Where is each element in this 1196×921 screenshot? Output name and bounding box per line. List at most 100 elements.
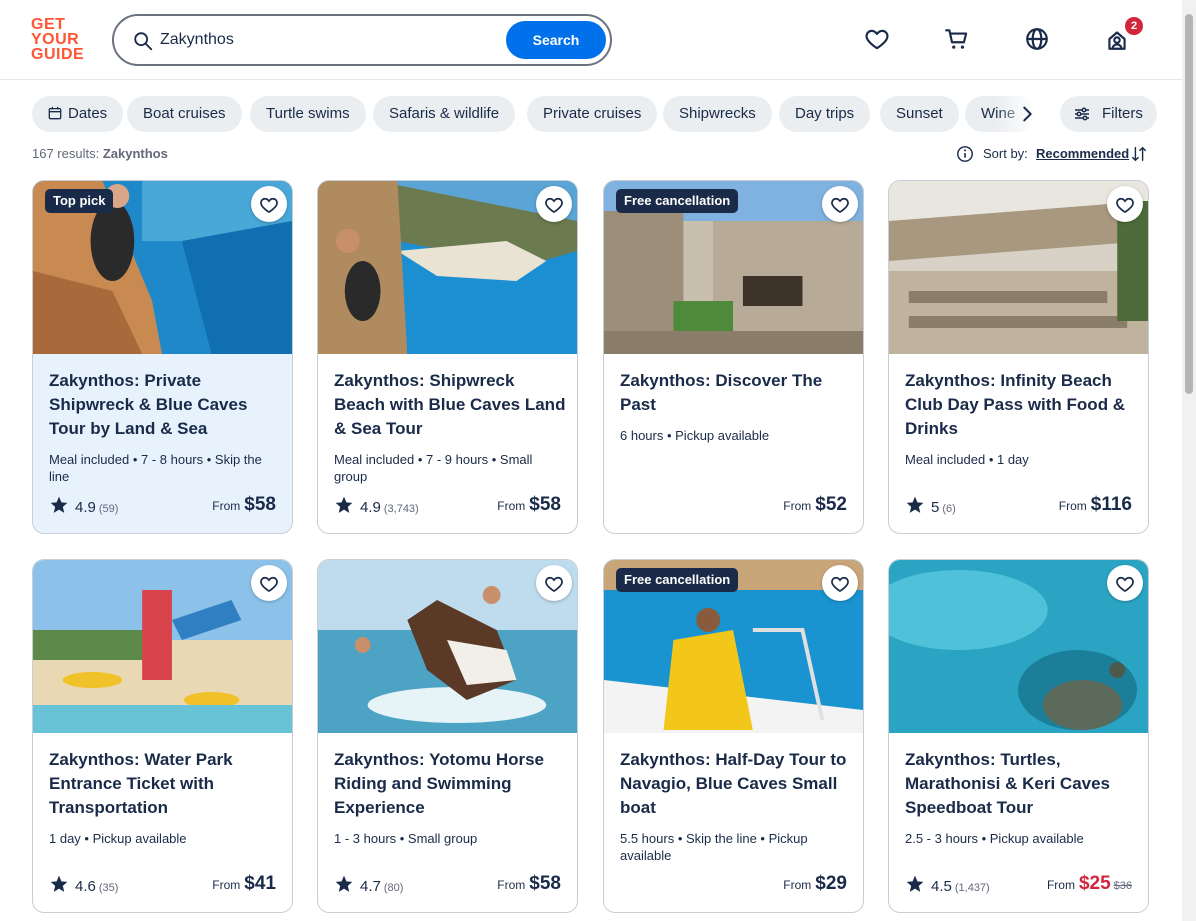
activity-rating: 4.7 (80) xyxy=(334,874,404,895)
star-icon xyxy=(335,496,353,513)
chip-day-trips[interactable]: Day trips xyxy=(779,96,871,132)
price-from-label: From xyxy=(783,878,812,892)
activity-card[interactable]: Free cancellation Zakynthos: Half-Day To… xyxy=(603,559,864,913)
activity-meta: 2.5 - 3 hours • Pickup available xyxy=(905,831,1084,846)
calendar-icon xyxy=(48,106,62,120)
activity-rating: 4.6 (35) xyxy=(49,874,118,895)
logo-line-2: YOUR xyxy=(31,31,80,48)
activity-card[interactable]: Zakynthos: Turtles, Marathonisi & Keri C… xyxy=(888,559,1149,913)
activity-title[interactable]: Zakynthos: Shipwreck Beach with Blue Cav… xyxy=(334,369,566,441)
star-icon xyxy=(906,875,924,892)
star-icon xyxy=(906,496,924,513)
review-count: (3,743) xyxy=(383,503,419,515)
wishlist-button[interactable] xyxy=(1107,186,1143,222)
search-input[interactable]: Zakynthos xyxy=(160,31,234,49)
cart-icon[interactable] xyxy=(944,26,970,52)
search-bar[interactable]: Zakynthos Search xyxy=(112,14,612,66)
price-from-label: From xyxy=(497,499,526,513)
chip-sunset[interactable]: Sunset xyxy=(880,96,959,132)
activity-meta: 1 - 3 hours • Small group xyxy=(334,831,478,846)
free-cancellation-badge: Free cancellation xyxy=(616,568,739,592)
activity-title[interactable]: Zakynthos: Private Shipwreck & Blue Cave… xyxy=(49,369,281,441)
activity-title[interactable]: Zakynthos: Discover The Past xyxy=(620,369,852,417)
activity-card[interactable]: Zakynthos: Shipwreck Beach with Blue Cav… xyxy=(317,180,578,534)
activity-title[interactable]: Zakynthos: Turtles, Marathonisi & Keri C… xyxy=(905,748,1137,820)
activity-title[interactable]: Zakynthos: Half-Day Tour to Navagio, Blu… xyxy=(620,748,852,820)
chip-shipwrecks[interactable]: Shipwrecks xyxy=(663,96,772,132)
price-from-label: From xyxy=(1046,878,1075,892)
activity-price: From $52 xyxy=(783,494,847,516)
rating-value: 5 xyxy=(931,499,940,516)
info-icon[interactable] xyxy=(956,145,974,163)
heart-icon xyxy=(260,576,278,593)
price-from-label: From xyxy=(212,878,241,892)
chip-private-cruises[interactable]: Private cruises xyxy=(527,96,658,132)
activity-meta: 1 day • Pickup available xyxy=(49,831,187,846)
heart-icon[interactable] xyxy=(864,26,890,52)
price-amount: $58 xyxy=(529,494,561,515)
wishlist-button[interactable] xyxy=(251,186,287,222)
chip-boat-cruises[interactable]: Boat cruises xyxy=(127,96,242,132)
chip-turtle-swims[interactable]: Turtle swims xyxy=(250,96,366,132)
chevron-right-icon[interactable] xyxy=(1016,103,1038,125)
price-amount: $58 xyxy=(244,494,276,515)
activity-price: From $58 xyxy=(212,494,276,516)
activity-card[interactable]: Free cancellation Zakynthos: Discover Th… xyxy=(603,180,864,534)
review-count: (6) xyxy=(942,503,956,515)
price-from-label: From xyxy=(497,878,526,892)
filters-label: Filters xyxy=(1102,105,1143,122)
chip-label: Dates xyxy=(68,105,108,122)
activity-card[interactable]: Zakynthos: Infinity Beach Club Day Pass … xyxy=(888,180,1149,534)
search-button[interactable]: Search xyxy=(506,21,606,59)
activity-title[interactable]: Zakynthos: Water Park Entrance Ticket wi… xyxy=(49,748,281,820)
results-query: Zakynthos xyxy=(102,146,168,161)
rating-value: 4.9 xyxy=(360,499,381,516)
category-chips: Dates Boat cruises Turtle swims Safaris … xyxy=(32,96,1157,132)
notification-badge: 2 xyxy=(1125,17,1143,35)
star-icon xyxy=(50,875,68,892)
activity-price: From $58 xyxy=(497,873,561,895)
site-header: GET YOUR GUIDE Zakynthos Search 2 xyxy=(0,0,1182,80)
sort-arrows-icon[interactable] xyxy=(1130,145,1148,163)
wishlist-button[interactable] xyxy=(822,565,858,601)
price-amount: $52 xyxy=(815,494,847,515)
heart-icon xyxy=(1116,576,1134,593)
price-amount: $41 xyxy=(244,873,276,894)
globe-icon[interactable] xyxy=(1024,26,1050,52)
activity-card[interactable]: Zakynthos: Yotomu Horse Riding and Swimm… xyxy=(317,559,578,913)
review-count: (80) xyxy=(383,882,404,894)
heart-icon xyxy=(545,197,563,214)
activity-card[interactable]: Top pick Zakynthos: Private Shipwreck & … xyxy=(32,180,293,534)
logo-line-3: GUIDE xyxy=(31,46,85,63)
getyourguide-logo[interactable]: GET YOUR GUIDE xyxy=(31,17,91,63)
results-count: 167 results: Zakynthos xyxy=(32,146,168,161)
rating-value: 4.6 xyxy=(75,878,96,895)
filters-button[interactable]: Filters xyxy=(1060,96,1157,132)
heart-icon xyxy=(545,576,563,593)
activity-meta: Meal included • 1 day xyxy=(905,452,1029,467)
activity-title[interactable]: Zakynthos: Yotomu Horse Riding and Swimm… xyxy=(334,748,566,820)
sort-value[interactable]: Recommended xyxy=(1036,146,1129,161)
activity-price: From $41 xyxy=(212,873,276,895)
activity-price: From $58 xyxy=(497,494,561,516)
activity-card[interactable]: Zakynthos: Water Park Entrance Ticket wi… xyxy=(32,559,293,913)
chip-safaris-wildlife[interactable]: Safaris & wildlife xyxy=(373,96,516,132)
heart-icon xyxy=(260,197,278,214)
activity-meta: Meal included • 7 - 8 hours • Skip the l… xyxy=(49,452,262,484)
page-scrollbar[interactable] xyxy=(1182,0,1196,921)
review-count: (59) xyxy=(98,503,119,515)
sale-price-amount: $25 xyxy=(1078,873,1111,894)
star-icon xyxy=(50,496,68,513)
activity-price: From $116 xyxy=(1059,494,1132,516)
price-from-label: From xyxy=(212,499,241,513)
activity-title[interactable]: Zakynthos: Infinity Beach Club Day Pass … xyxy=(905,369,1137,441)
wishlist-button[interactable] xyxy=(251,565,287,601)
wishlist-button[interactable] xyxy=(536,565,572,601)
wishlist-button[interactable] xyxy=(822,186,858,222)
scrollbar-thumb[interactable] xyxy=(1185,14,1193,394)
chip-dates[interactable]: Dates xyxy=(32,96,124,132)
wishlist-button[interactable] xyxy=(1107,565,1143,601)
free-cancellation-badge: Free cancellation xyxy=(616,189,739,213)
heart-icon xyxy=(831,197,849,214)
wishlist-button[interactable] xyxy=(536,186,572,222)
